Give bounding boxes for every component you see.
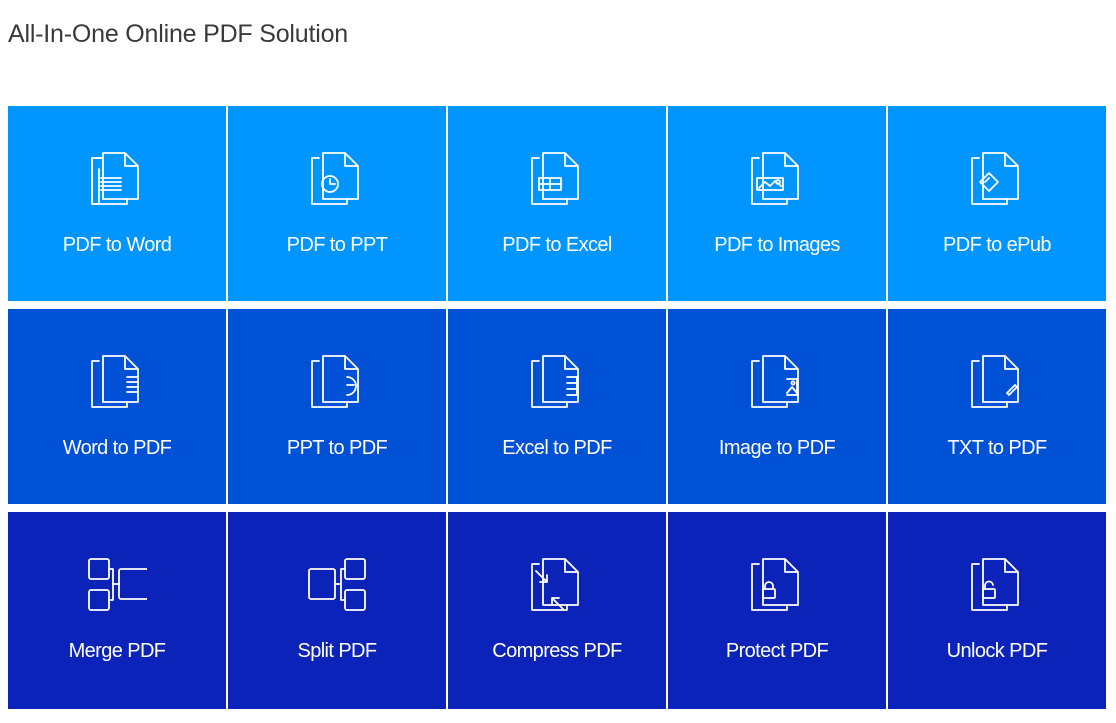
tile-split-pdf[interactable]: Split PDF <box>228 512 446 709</box>
tile-label: Split PDF <box>297 640 377 662</box>
tile-compress-pdf[interactable]: Compress PDF <box>448 512 666 709</box>
tile-pdf-to-excel[interactable]: PDF to Excel <box>448 106 666 301</box>
tools-row-convert-to-pdf: Word to PDF PPT to PDF Excel to PDF Imag… <box>8 309 1107 504</box>
pdf-to-ppt-icon <box>307 146 367 212</box>
tile-ppt-to-pdf[interactable]: PPT to PDF <box>228 309 446 504</box>
page-title: All-In-One Online PDF Solution <box>8 20 348 48</box>
word-to-pdf-icon <box>87 349 147 415</box>
tile-label: Merge PDF <box>68 640 166 662</box>
tile-label: Unlock PDF <box>946 640 1048 662</box>
pdf-to-images-icon <box>747 146 807 212</box>
tile-label: PDF to PPT <box>286 234 388 256</box>
tile-label: Protect PDF <box>725 640 829 662</box>
tile-merge-pdf[interactable]: Merge PDF <box>8 512 226 709</box>
merge-pdf-icon <box>87 552 147 618</box>
pdf-to-excel-icon <box>527 146 587 212</box>
tile-label: PDF to Excel <box>502 234 612 256</box>
tile-unlock-pdf[interactable]: Unlock PDF <box>888 512 1106 709</box>
tile-word-to-pdf[interactable]: Word to PDF <box>8 309 226 504</box>
unlock-icon <box>967 552 1027 618</box>
tile-label: PDF to Images <box>714 234 840 256</box>
tile-pdf-to-word[interactable]: PDF to Word <box>8 106 226 301</box>
tile-image-to-pdf[interactable]: Image to PDF <box>668 309 886 504</box>
tile-label: Word to PDF <box>62 437 172 459</box>
pdf-to-word-icon <box>87 146 147 212</box>
tile-excel-to-pdf[interactable]: Excel to PDF <box>448 309 666 504</box>
split-pdf-icon <box>307 552 367 618</box>
compress-pdf-icon <box>527 552 587 618</box>
tile-pdf-to-images[interactable]: PDF to Images <box>668 106 886 301</box>
tile-label: PPT to PDF <box>286 437 388 459</box>
txt-to-pdf-icon <box>967 349 1027 415</box>
tile-pdf-to-epub[interactable]: PDF to ePub <box>888 106 1106 301</box>
lock-icon <box>747 552 807 618</box>
pdf-to-epub-icon <box>967 146 1027 212</box>
image-to-pdf-icon <box>747 349 807 415</box>
tile-protect-pdf[interactable]: Protect PDF <box>668 512 886 709</box>
tile-label: PDF to Word <box>62 234 172 256</box>
tile-label: Compress PDF <box>492 640 622 662</box>
tile-txt-to-pdf[interactable]: TXT to PDF <box>888 309 1106 504</box>
tile-label: TXT to PDF <box>947 437 1047 459</box>
excel-to-pdf-icon <box>527 349 587 415</box>
tools-grid: PDF to Word PDF to PPT PDF to Excel PDF … <box>8 106 1107 709</box>
tile-pdf-to-ppt[interactable]: PDF to PPT <box>228 106 446 301</box>
ppt-to-pdf-icon <box>307 349 367 415</box>
tools-row-convert-from-pdf: PDF to Word PDF to PPT PDF to Excel PDF … <box>8 106 1107 301</box>
tile-label: Excel to PDF <box>502 437 612 459</box>
tools-row-organize: Merge PDF Split PDF Compress PDF Protect… <box>8 512 1107 709</box>
tile-label: Image to PDF <box>718 437 836 459</box>
tile-label: PDF to ePub <box>943 234 1052 256</box>
